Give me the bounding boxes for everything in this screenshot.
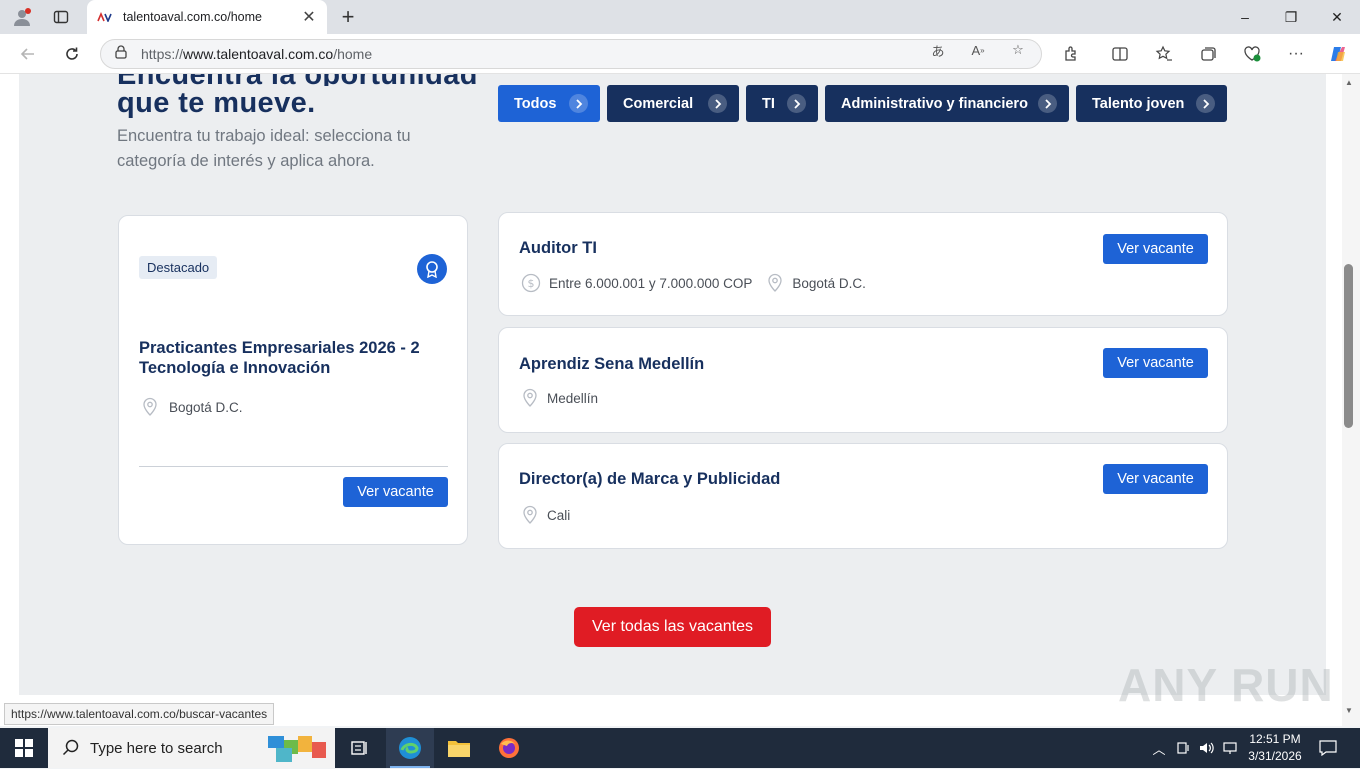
minimize-button[interactable]: – bbox=[1222, 0, 1268, 34]
search-highlight-icon bbox=[266, 732, 328, 769]
card-divider bbox=[139, 466, 448, 467]
category-ti-button[interactable]: TI bbox=[746, 85, 818, 122]
vacancy-card-aprendiz-sena: Aprendiz Sena Medellín Ver vacante Medel… bbox=[498, 327, 1228, 433]
view-all-vacancies-button[interactable]: Ver todas las vacantes bbox=[574, 607, 771, 647]
close-window-button[interactable]: ✕ bbox=[1314, 0, 1360, 34]
show-hidden-icons-icon[interactable]: ︿ bbox=[1150, 728, 1168, 768]
extensions-icon[interactable] bbox=[1059, 42, 1083, 66]
read-aloud-icon[interactable]: A» bbox=[968, 42, 988, 58]
location-item: Bogotá D.C. bbox=[766, 273, 866, 293]
clock-date: 3/31/2026 bbox=[1248, 749, 1302, 763]
chevron-right-icon bbox=[787, 94, 806, 113]
vacancy-title[interactable]: Auditor TI bbox=[519, 239, 597, 258]
category-todos-button[interactable]: Todos bbox=[498, 85, 600, 122]
featured-badge: Destacado bbox=[139, 256, 218, 279]
scroll-up-arrow-icon[interactable]: ▲ bbox=[1344, 78, 1354, 87]
collections-icon[interactable] bbox=[1196, 42, 1220, 66]
vacancy-card-auditor-ti: Auditor TI Ver vacante $ Entre 6.000.001… bbox=[498, 212, 1228, 316]
lock-icon[interactable] bbox=[115, 44, 127, 64]
chevron-right-icon bbox=[1196, 94, 1215, 113]
location-pin-icon bbox=[143, 397, 157, 416]
category-administrativo-button[interactable]: Administrativo y financiero bbox=[825, 85, 1069, 122]
money-icon: $ bbox=[521, 273, 541, 293]
featured-vacancy-card: Destacado Practicantes Empresariales 202… bbox=[118, 215, 468, 545]
favorites-icon[interactable] bbox=[1152, 42, 1176, 66]
location-pin-icon bbox=[768, 273, 783, 292]
windows-taskbar: Type here to search ︿ 12:51 PM 3/31/2026 bbox=[0, 728, 1360, 768]
view-vacancy-button[interactable]: Ver vacante bbox=[1103, 464, 1208, 494]
scrollbar-thumb[interactable] bbox=[1344, 264, 1353, 428]
firefox-icon[interactable] bbox=[485, 728, 533, 768]
vacancy-meta: Cali bbox=[521, 505, 584, 525]
vacancy-title[interactable]: Aprendiz Sena Medellín bbox=[519, 355, 704, 374]
task-view-icon[interactable] bbox=[336, 728, 384, 768]
vacancy-card-director-marca: Director(a) de Marca y Publicidad Ver va… bbox=[498, 443, 1228, 549]
svg-text:$: $ bbox=[528, 277, 535, 290]
copilot-icon[interactable] bbox=[1326, 42, 1350, 66]
refresh-icon[interactable] bbox=[56, 38, 88, 70]
chevron-right-icon bbox=[708, 94, 727, 113]
new-tab-button[interactable]: + bbox=[336, 0, 360, 34]
file-explorer-icon[interactable] bbox=[435, 728, 483, 768]
browser-tabstrip: talentoaval.com.co/home ✕ + – ❐ ✕ bbox=[0, 0, 1360, 34]
category-talento-joven-button[interactable]: Talento joven bbox=[1076, 85, 1227, 122]
vacancy-meta: $ Entre 6.000.001 y 7.000.000 COP Bogotá… bbox=[521, 273, 880, 293]
location-item: Medellín bbox=[521, 388, 598, 408]
profile-icon[interactable] bbox=[8, 0, 36, 34]
hero-title: Encuentra la oportunidad que te mueve. bbox=[117, 74, 477, 119]
featured-location: Bogotá D.C. bbox=[141, 397, 243, 417]
link-status-tooltip: https://www.talentoaval.com.co/buscar-va… bbox=[4, 703, 275, 725]
network-icon[interactable] bbox=[1221, 728, 1241, 768]
search-placeholder: Type here to search bbox=[90, 739, 223, 757]
award-icon bbox=[417, 254, 447, 284]
edge-taskbar-icon[interactable] bbox=[386, 728, 434, 768]
url-text: https://www.talentoaval.com.co/home bbox=[141, 46, 373, 62]
browser-toolbar: https://www.talentoaval.com.co/home あ A»… bbox=[0, 34, 1360, 74]
windows-start-icon[interactable] bbox=[0, 728, 48, 768]
maximize-button[interactable]: ❐ bbox=[1268, 0, 1314, 34]
network-device-icon[interactable] bbox=[1174, 728, 1192, 768]
notifications-icon[interactable] bbox=[1316, 728, 1340, 768]
tab-close-icon[interactable]: ✕ bbox=[301, 7, 317, 27]
view-vacancy-button[interactable]: Ver vacante bbox=[1103, 348, 1208, 378]
browser-essentials-icon[interactable] bbox=[1240, 42, 1264, 66]
tab-title: talentoaval.com.co/home bbox=[123, 10, 262, 24]
more-options-icon[interactable]: ··· bbox=[1284, 42, 1308, 66]
view-vacancy-button[interactable]: Ver vacante bbox=[1103, 234, 1208, 264]
chevron-right-icon bbox=[569, 94, 588, 113]
category-comercial-button[interactable]: Comercial bbox=[607, 85, 739, 122]
featured-view-vacancy-button[interactable]: Ver vacante bbox=[343, 477, 448, 507]
location-pin-icon bbox=[523, 505, 537, 524]
vacancy-title[interactable]: Director(a) de Marca y Publicidad bbox=[519, 470, 780, 489]
taskbar-search-box[interactable]: Type here to search bbox=[48, 728, 335, 768]
featured-vacancy-title[interactable]: Practicantes Empresariales 2026 - 2 Tecn… bbox=[139, 338, 449, 378]
favorite-star-icon[interactable]: ☆ bbox=[1008, 42, 1028, 58]
salary-item: $ Entre 6.000.001 y 7.000.000 COP bbox=[521, 273, 752, 293]
location-item: Cali bbox=[521, 505, 570, 525]
page-viewport: Encuentra la oportunidad que te mueve. E… bbox=[0, 74, 1342, 726]
translate-icon[interactable]: あ bbox=[928, 42, 948, 59]
chevron-right-icon bbox=[1038, 94, 1057, 113]
hero-subtitle: Encuentra tu trabajo ideal: selecciona t… bbox=[117, 127, 411, 170]
search-icon bbox=[62, 739, 79, 756]
taskbar-clock[interactable]: 12:51 PM 3/31/2026 bbox=[1240, 731, 1310, 765]
clock-time: 12:51 PM bbox=[1249, 732, 1301, 746]
anyrun-watermark: ANY RUN bbox=[1118, 659, 1334, 711]
site-favicon-icon bbox=[97, 9, 113, 25]
volume-icon[interactable] bbox=[1197, 728, 1217, 768]
vacancy-meta: Medellín bbox=[521, 388, 612, 408]
back-icon[interactable] bbox=[12, 38, 44, 70]
tab-actions-icon[interactable] bbox=[48, 0, 74, 34]
browser-tab-active[interactable]: talentoaval.com.co/home ✕ bbox=[87, 0, 327, 34]
location-pin-icon bbox=[523, 388, 537, 407]
address-bar[interactable]: https://www.talentoaval.com.co/home bbox=[100, 39, 1042, 69]
split-screen-icon[interactable] bbox=[1108, 42, 1132, 66]
scroll-down-arrow-icon[interactable]: ▼ bbox=[1344, 706, 1354, 715]
